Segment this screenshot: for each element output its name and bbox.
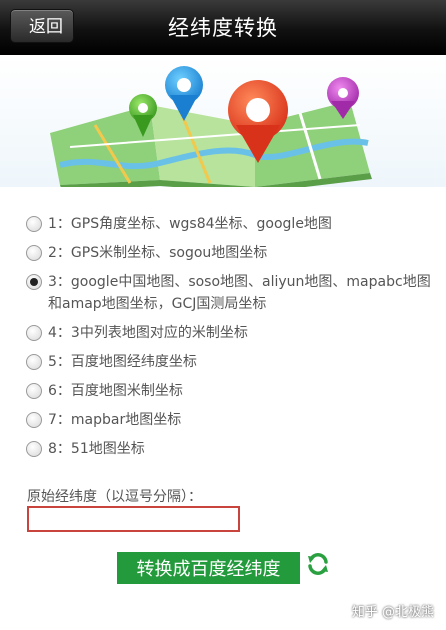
refresh-icon[interactable] [306, 552, 330, 576]
option-label-3: 3：google中国地图、soso地图、aliyun地图、mapabc地图和am… [48, 274, 431, 312]
radio-option-3[interactable] [26, 274, 42, 290]
option-label-1: 1：GPS角度坐标、wgs84坐标、google地图 [48, 216, 332, 232]
option-8[interactable]: 8：51地图坐标 [22, 438, 442, 460]
option-label-5: 5：百度地图经纬度坐标 [48, 354, 197, 370]
option-label-6: 6：百度地图米制坐标 [48, 383, 183, 399]
option-5[interactable]: 5：百度地图经纬度坐标 [22, 351, 442, 373]
option-4[interactable]: 4：3中列表地图对应的米制坐标 [22, 322, 442, 344]
radio-option-2[interactable] [26, 245, 42, 261]
page-title: 经纬度转换 [168, 16, 278, 40]
radio-option-6[interactable] [26, 383, 42, 399]
option-1[interactable]: 1：GPS角度坐标、wgs84坐标、google地图 [22, 213, 442, 235]
option-label-4: 4：3中列表地图对应的米制坐标 [48, 325, 248, 341]
option-label-7: 7：mapbar地图坐标 [48, 412, 182, 428]
title-bar: 返回 经纬度转换 [0, 0, 446, 55]
radio-option-8[interactable] [26, 441, 42, 457]
map-banner-illustration [0, 55, 446, 187]
watermark: 知乎 @北极熊 [351, 605, 434, 620]
option-7[interactable]: 7：mapbar地图坐标 [22, 409, 442, 431]
radio-option-1[interactable] [26, 216, 42, 232]
radio-option-7[interactable] [26, 412, 42, 428]
coordinate-type-options: 1：GPS角度坐标、wgs84坐标、google地图 2：GPS米制坐标、sog… [22, 213, 442, 467]
radio-option-5[interactable] [26, 354, 42, 370]
convert-to-baidu-button[interactable]: 转换成百度经纬度 [117, 552, 300, 584]
option-label-2: 2：GPS米制坐标、sogou地图坐标 [48, 245, 268, 261]
option-2[interactable]: 2：GPS米制坐标、sogou地图坐标 [22, 242, 442, 264]
coordinate-input-label: 原始经纬度（以逗号分隔）： [27, 489, 202, 505]
option-3[interactable]: 3：google中国地图、soso地图、aliyun地图、mapabc地图和am… [2, 271, 442, 315]
coordinate-input[interactable] [27, 506, 240, 532]
radio-option-4[interactable] [26, 325, 42, 341]
option-label-8: 8：51地图坐标 [48, 441, 145, 457]
option-6[interactable]: 6：百度地图米制坐标 [22, 380, 442, 402]
